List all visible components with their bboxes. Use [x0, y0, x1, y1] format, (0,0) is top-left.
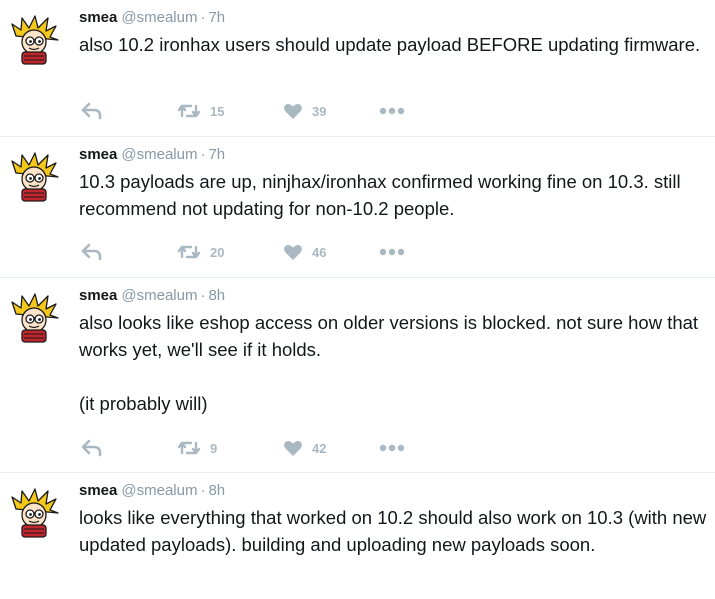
tweet-text: looks like everything that worked on 10.… — [79, 504, 713, 558]
calvin-avatar-icon — [11, 15, 59, 65]
retweet-button[interactable]: 9 — [177, 437, 217, 459]
author-handle[interactable]: @smealum — [121, 287, 197, 304]
reply-button[interactable] — [81, 437, 103, 459]
author-name[interactable]: smea — [79, 482, 117, 499]
tweet-text: 10.3 payloads are up, ninjhax/ironhax co… — [79, 168, 713, 222]
retweet-count: 20 — [210, 244, 225, 260]
tweet-paragraph: (it probably will) — [79, 393, 208, 414]
heart-icon — [284, 440, 302, 456]
more-dots-icon — [379, 107, 405, 115]
timestamp[interactable]: 8h — [208, 482, 225, 499]
tweet[interactable]: smea @smealum · 8h looks like everything th… — [0, 473, 715, 599]
tweet-header: smea @smealum · 8h — [79, 482, 225, 500]
calvin-avatar-icon — [11, 152, 59, 202]
reply-icon — [81, 102, 102, 120]
like-count: 42 — [312, 440, 327, 456]
separator: · — [200, 287, 206, 304]
reply-button[interactable] — [81, 100, 103, 122]
avatar[interactable] — [8, 292, 60, 344]
retweet-icon — [177, 441, 201, 455]
like-button[interactable]: 42 — [283, 437, 326, 459]
author-name[interactable]: smea — [79, 287, 117, 304]
tweet-paragraph: also looks like eshop access on older ve… — [79, 312, 699, 360]
separator: · — [200, 146, 206, 163]
tweet-paragraph: 10.3 payloads are up, ninjhax/ironhax co… — [79, 171, 681, 219]
avatar[interactable] — [8, 487, 60, 539]
tweet[interactable]: smea @smealum · 7h also 10.2 ironhax users … — [0, 0, 715, 137]
more-button[interactable] — [379, 437, 405, 459]
more-dots-icon — [379, 248, 405, 256]
more-dots-icon — [379, 444, 405, 452]
tweet-header: smea @smealum · 8h — [79, 287, 225, 305]
tweet-timeline: smea @smealum · 7h also 10.2 ironhax users … — [0, 0, 715, 599]
calvin-avatar-icon — [11, 488, 59, 538]
timestamp[interactable]: 8h — [208, 287, 225, 304]
author-name[interactable]: smea — [79, 146, 117, 163]
tweet-actions: 9 42 — [79, 437, 439, 459]
tweet-header: smea @smealum · 7h — [79, 9, 225, 27]
like-button[interactable]: 39 — [283, 100, 326, 122]
more-button[interactable] — [379, 100, 405, 122]
tweet-header: smea @smealum · 7h — [79, 146, 225, 164]
retweet-icon — [177, 104, 201, 118]
heart-icon — [284, 103, 302, 119]
author-handle[interactable]: @smealum — [121, 9, 197, 26]
tweet[interactable]: smea @smealum · 7h 10.3 payloads are up, ni… — [0, 137, 715, 278]
tweet-actions: 15 39 — [79, 100, 439, 122]
retweet-count: 15 — [210, 103, 225, 119]
heart-icon — [284, 244, 302, 260]
avatar[interactable] — [8, 151, 60, 203]
reply-icon — [81, 439, 102, 457]
author-handle[interactable]: @smealum — [121, 146, 197, 163]
tweet-text: also looks like eshop access on older ve… — [79, 309, 713, 417]
retweet-count: 9 — [210, 440, 218, 456]
retweet-button[interactable]: 20 — [177, 241, 224, 263]
retweet-button[interactable]: 15 — [177, 100, 224, 122]
author-name[interactable]: smea — [79, 9, 117, 26]
author-handle[interactable]: @smealum — [121, 482, 197, 499]
tweet[interactable]: smea @smealum · 8h also looks like eshop ac… — [0, 278, 715, 473]
tweet-actions: 20 46 — [79, 241, 439, 263]
reply-icon — [81, 243, 102, 261]
retweet-icon — [177, 245, 201, 259]
tweet-paragraph: also 10.2 ironhax users should update pa… — [79, 34, 701, 55]
tweet-text: also 10.2 ironhax users should update pa… — [79, 31, 713, 58]
calvin-avatar-icon — [11, 293, 59, 343]
avatar[interactable] — [8, 14, 60, 66]
separator: · — [200, 482, 206, 499]
tweet-paragraph: looks like everything that worked on 10.… — [79, 507, 707, 555]
like-count: 39 — [312, 103, 327, 119]
more-button[interactable] — [379, 241, 405, 263]
timestamp[interactable]: 7h — [208, 9, 225, 26]
separator: · — [200, 9, 206, 26]
like-button[interactable]: 46 — [283, 241, 326, 263]
timestamp[interactable]: 7h — [208, 146, 225, 163]
like-count: 46 — [312, 244, 327, 260]
reply-button[interactable] — [81, 241, 103, 263]
